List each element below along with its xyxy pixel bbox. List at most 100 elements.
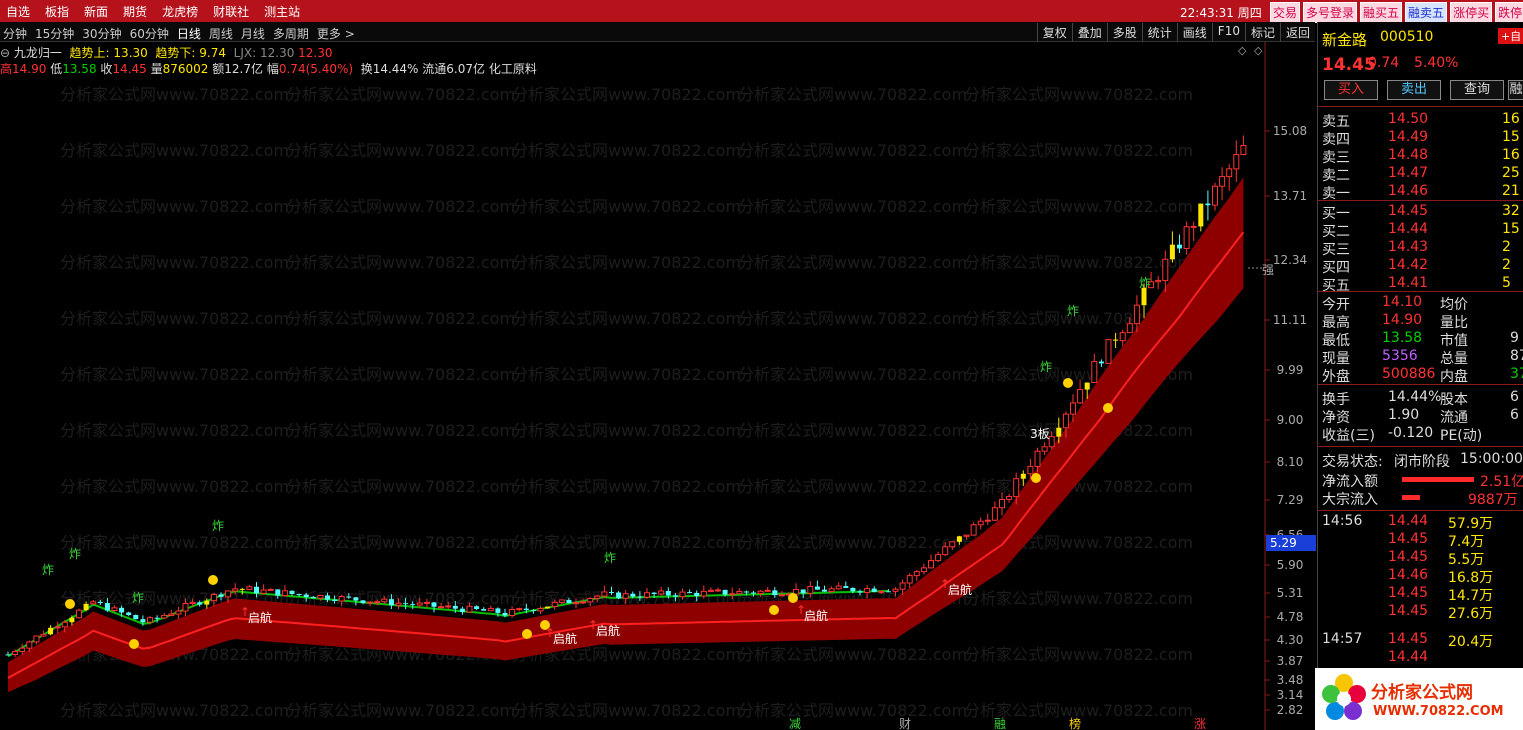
- watermark-text: 分析家公式网www.70822.com: [738, 141, 967, 160]
- add-to-watchlist-button[interactable]: +自: [1498, 28, 1523, 44]
- stat-value-2: 9: [1510, 330, 1519, 346]
- price-row: 14.45 0.74 5.40%: [1318, 54, 1523, 75]
- signal-dot: [1031, 473, 1041, 483]
- trade-button-5[interactable]: 跌停: [1495, 2, 1523, 23]
- more-button[interactable]: 融: [1508, 80, 1523, 100]
- zha-label: 炸: [1139, 276, 1151, 290]
- stock-code: 000510: [1380, 29, 1434, 45]
- order-button-0[interactable]: 买入: [1324, 80, 1378, 100]
- menu-item-3[interactable]: 期货: [117, 3, 156, 20]
- trade-button-0[interactable]: 交易: [1270, 2, 1301, 23]
- tick-price: 14.45: [1388, 603, 1429, 619]
- candle-body: [956, 536, 962, 542]
- trade-button-4[interactable]: 涨停买: [1450, 2, 1493, 23]
- chart-tool-7[interactable]: 返回: [1279, 23, 1315, 42]
- candle-body: [254, 586, 259, 594]
- y-tick-label: 3.87: [1277, 654, 1304, 668]
- watermark-text: 分析家公式网www.70822.com: [738, 477, 967, 496]
- event-mark[interactable]: 财: [899, 717, 911, 730]
- watermark-text: 分析家公式网www.70822.com: [286, 701, 515, 720]
- stat-row: 最高 14.90 量比: [1318, 311, 1523, 331]
- event-mark[interactable]: 榜: [1069, 716, 1081, 730]
- candle-body: [537, 607, 544, 612]
- order-button-1[interactable]: 卖出: [1387, 80, 1441, 100]
- menu-item-5[interactable]: 财联社: [207, 3, 258, 20]
- chart-tool-6[interactable]: 标记: [1244, 23, 1280, 42]
- stat-row: 净资 1.90 流通 6: [1318, 406, 1523, 426]
- period-tab-1[interactable]: 15分钟: [32, 25, 79, 42]
- chart-tool-3[interactable]: 统计: [1141, 23, 1177, 42]
- trade-button-1[interactable]: 多号登录: [1303, 2, 1358, 23]
- candle-body: [416, 602, 423, 606]
- candle-body: [1091, 361, 1098, 384]
- trade-button-2[interactable]: 融买五: [1360, 2, 1403, 23]
- period-tab-2[interactable]: 30分钟: [79, 25, 126, 42]
- qihang-label: 启航: [248, 610, 272, 625]
- candle-body: [694, 592, 700, 596]
- block-row: 大宗流入 9887万: [1318, 488, 1523, 508]
- brand-logo: 分析家公式网 WWW.70822.COM: [1315, 668, 1523, 730]
- candle-body: [126, 612, 132, 616]
- event-mark[interactable]: 减: [789, 717, 801, 730]
- bid-vol: 5: [1502, 275, 1511, 291]
- kline-chart[interactable]: 分析家公式网www.70822.com 分析家公式网www.70822.com 分析…: [0, 42, 1316, 730]
- candle-body: [1020, 473, 1026, 479]
- y-tick-label: 5.90: [1277, 558, 1304, 572]
- y-tick-label: 5.31: [1277, 586, 1304, 600]
- candle-body: [751, 592, 756, 594]
- bid-row: 买三 14.43 2: [1318, 238, 1523, 258]
- divider: [1318, 510, 1523, 511]
- menu-item-2[interactable]: 新面: [78, 3, 117, 20]
- ask-price: 14.49: [1388, 129, 1429, 145]
- tick-price: 14.46: [1388, 567, 1429, 583]
- divider: [1318, 106, 1523, 107]
- event-mark[interactable]: 融: [994, 717, 1006, 730]
- candle-body: [814, 586, 820, 590]
- candle-body: [672, 595, 678, 597]
- period-tab-7[interactable]: 多周期: [270, 25, 314, 42]
- chart-tool-4[interactable]: 画线: [1176, 23, 1212, 42]
- period-tab-6[interactable]: 月线: [238, 25, 270, 42]
- candle-body: [622, 593, 629, 599]
- candle-body: [772, 590, 778, 596]
- watermark-text: 分析家公式网www.70822.com: [738, 85, 967, 104]
- stat-value: -0.120: [1388, 425, 1434, 441]
- zha-label: 炸: [212, 519, 224, 533]
- chart-tool-0[interactable]: 复权: [1036, 23, 1072, 42]
- trade-button-3[interactable]: 融卖五: [1405, 2, 1448, 23]
- signal-dot: [129, 639, 139, 649]
- zha-label: 炸: [132, 591, 144, 605]
- candle-body: [69, 617, 75, 623]
- y-tick-label: 13.71: [1273, 189, 1307, 203]
- order-button-2[interactable]: 查询: [1450, 80, 1504, 100]
- menu-item-6[interactable]: 测主站: [258, 3, 309, 20]
- chart-tool-2[interactable]: 多股: [1106, 23, 1142, 42]
- chart-tool-5[interactable]: F10: [1211, 23, 1245, 42]
- period-tab-4[interactable]: 日线: [174, 25, 206, 42]
- tick-time: 14:56: [1322, 513, 1363, 529]
- event-mark[interactable]: 涨: [1194, 716, 1206, 730]
- menu-item-1[interactable]: 板指: [39, 3, 78, 20]
- diamond-icon[interactable]: ◇: [1238, 44, 1247, 57]
- candle-body: [26, 641, 33, 649]
- candle-body: [1226, 168, 1233, 178]
- ask-row: 卖三 14.48 16: [1318, 146, 1523, 166]
- period-tab-3[interactable]: 60分钟: [127, 25, 174, 42]
- candle-body: [423, 601, 430, 604]
- qihang-label: 启航: [553, 631, 577, 646]
- diamond-icon[interactable]: ◇: [1254, 44, 1263, 57]
- watermark-text: 分析家公式网www.70822.com: [964, 253, 1193, 272]
- menu-item-4[interactable]: 龙虎榜: [156, 3, 207, 20]
- candle-body: [1155, 279, 1162, 283]
- candle-body: [899, 582, 906, 590]
- period-tab-8[interactable]: 更多 >: [314, 25, 360, 42]
- menu-item-0[interactable]: 自选: [0, 3, 39, 20]
- chart-tool-1[interactable]: 叠加: [1071, 23, 1107, 42]
- candle-body: [644, 592, 650, 598]
- bid-price: 14.43: [1388, 239, 1429, 255]
- period-tab-5[interactable]: 周线: [206, 25, 238, 42]
- divider: [1318, 446, 1523, 447]
- period-tab-0[interactable]: 分钟: [0, 25, 32, 42]
- candle-body: [700, 590, 707, 597]
- stat-value: 5356: [1382, 348, 1418, 364]
